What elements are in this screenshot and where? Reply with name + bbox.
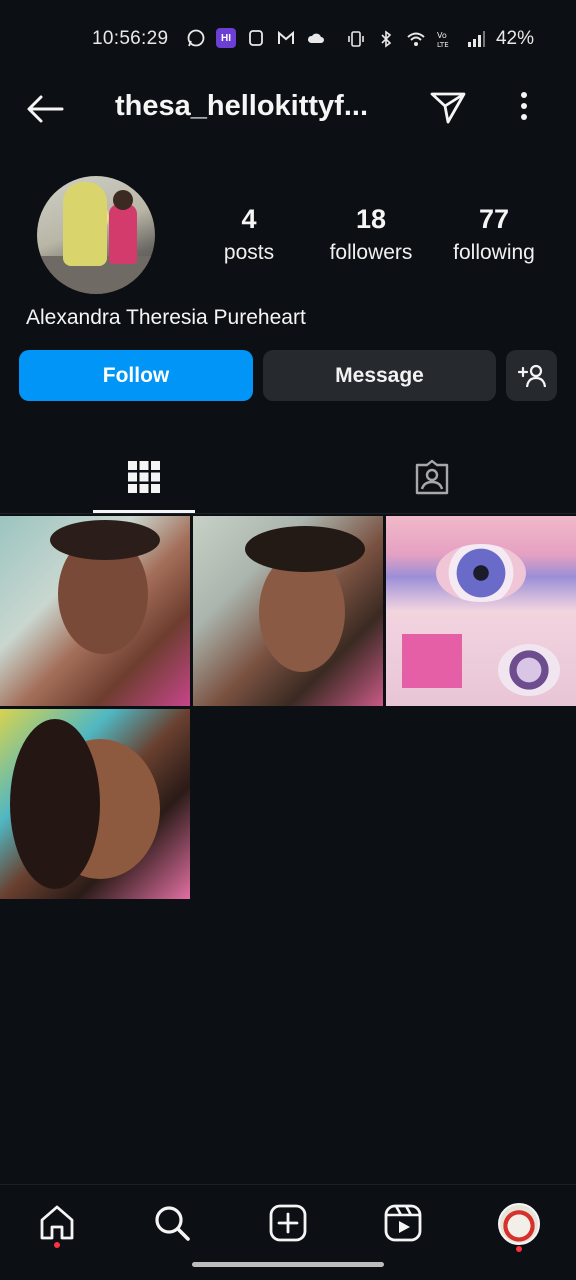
post-thumbnail-2[interactable] [193, 516, 383, 706]
back-button[interactable] [24, 88, 66, 130]
nav-create[interactable] [268, 1203, 308, 1243]
system-icons: Vo LTE 42% [346, 28, 534, 50]
bookmark-app-icon [249, 30, 263, 46]
content-tabs [0, 440, 576, 514]
followers-label: followers [329, 241, 413, 264]
posts-count: 4 [241, 204, 257, 234]
post-thumbnail-1[interactable] [0, 516, 190, 706]
profile-avatar[interactable] [37, 176, 155, 294]
following-label: following [453, 241, 535, 264]
arrow-left-icon [27, 95, 64, 123]
stat-posts[interactable]: 4 posts [200, 204, 298, 265]
followers-count: 18 [355, 204, 387, 234]
tagged-person-icon [415, 459, 449, 495]
svg-text:Vo: Vo [437, 31, 447, 40]
following-count: 77 [478, 204, 510, 234]
post-thumbnail-3[interactable] [386, 516, 576, 706]
home-notification-dot [54, 1242, 60, 1248]
profile-avatar-icon[interactable] [498, 1203, 540, 1245]
add-person-icon [517, 364, 546, 387]
tab-posts-grid[interactable] [0, 440, 288, 514]
svg-text:LTE: LTE [437, 41, 449, 49]
nav-reels[interactable] [383, 1203, 423, 1243]
status-bar: 10:56:29 HI Vo LTE 42% [0, 0, 576, 78]
nav-search[interactable] [152, 1203, 192, 1243]
app-badge-icon: HI [216, 28, 236, 48]
profile-full-name: Alexandra Theresia Pureheart [26, 306, 306, 329]
bluetooth-icon [381, 30, 392, 48]
vibrate-icon [348, 31, 364, 47]
profile-username[interactable]: thesa_hellokittyf... [115, 90, 385, 123]
post-thumbnail-4[interactable] [0, 709, 190, 899]
cloud-icon [307, 33, 324, 43]
suggested-accounts-button[interactable] [506, 350, 557, 401]
more-options-button[interactable] [508, 86, 540, 126]
home-icon [40, 1205, 74, 1240]
notification-icons: HI [186, 28, 326, 48]
follow-button[interactable]: Follow [19, 350, 253, 401]
profile-header: thesa_hellokittyf... [0, 78, 576, 138]
posts-label: posts [223, 241, 275, 264]
create-post-icon [269, 1204, 307, 1242]
stat-following[interactable]: 77 following [444, 204, 544, 265]
more-vertical-icon [521, 92, 527, 120]
message-button[interactable]: Message [263, 350, 496, 401]
profile-notification-dot [516, 1246, 522, 1252]
stat-followers[interactable]: 18 followers [320, 204, 422, 265]
tab-tagged[interactable] [288, 440, 576, 514]
paper-plane-icon [430, 92, 466, 124]
volte-icon: VoLTE [437, 31, 449, 49]
status-time: 10:56:29 [92, 28, 169, 49]
nav-home[interactable] [37, 1203, 77, 1243]
whatsapp-icon [187, 29, 205, 47]
grid-icon [128, 461, 160, 493]
share-profile-button[interactable] [428, 86, 468, 126]
gmail-icon [278, 30, 294, 44]
search-icon [155, 1206, 190, 1241]
home-gesture-bar[interactable] [192, 1262, 384, 1267]
signal-icon [467, 31, 485, 47]
battery-percent: 42% [495, 28, 534, 49]
reels-icon [384, 1204, 422, 1242]
wifi-icon [407, 32, 425, 46]
active-tab-indicator [93, 510, 195, 513]
